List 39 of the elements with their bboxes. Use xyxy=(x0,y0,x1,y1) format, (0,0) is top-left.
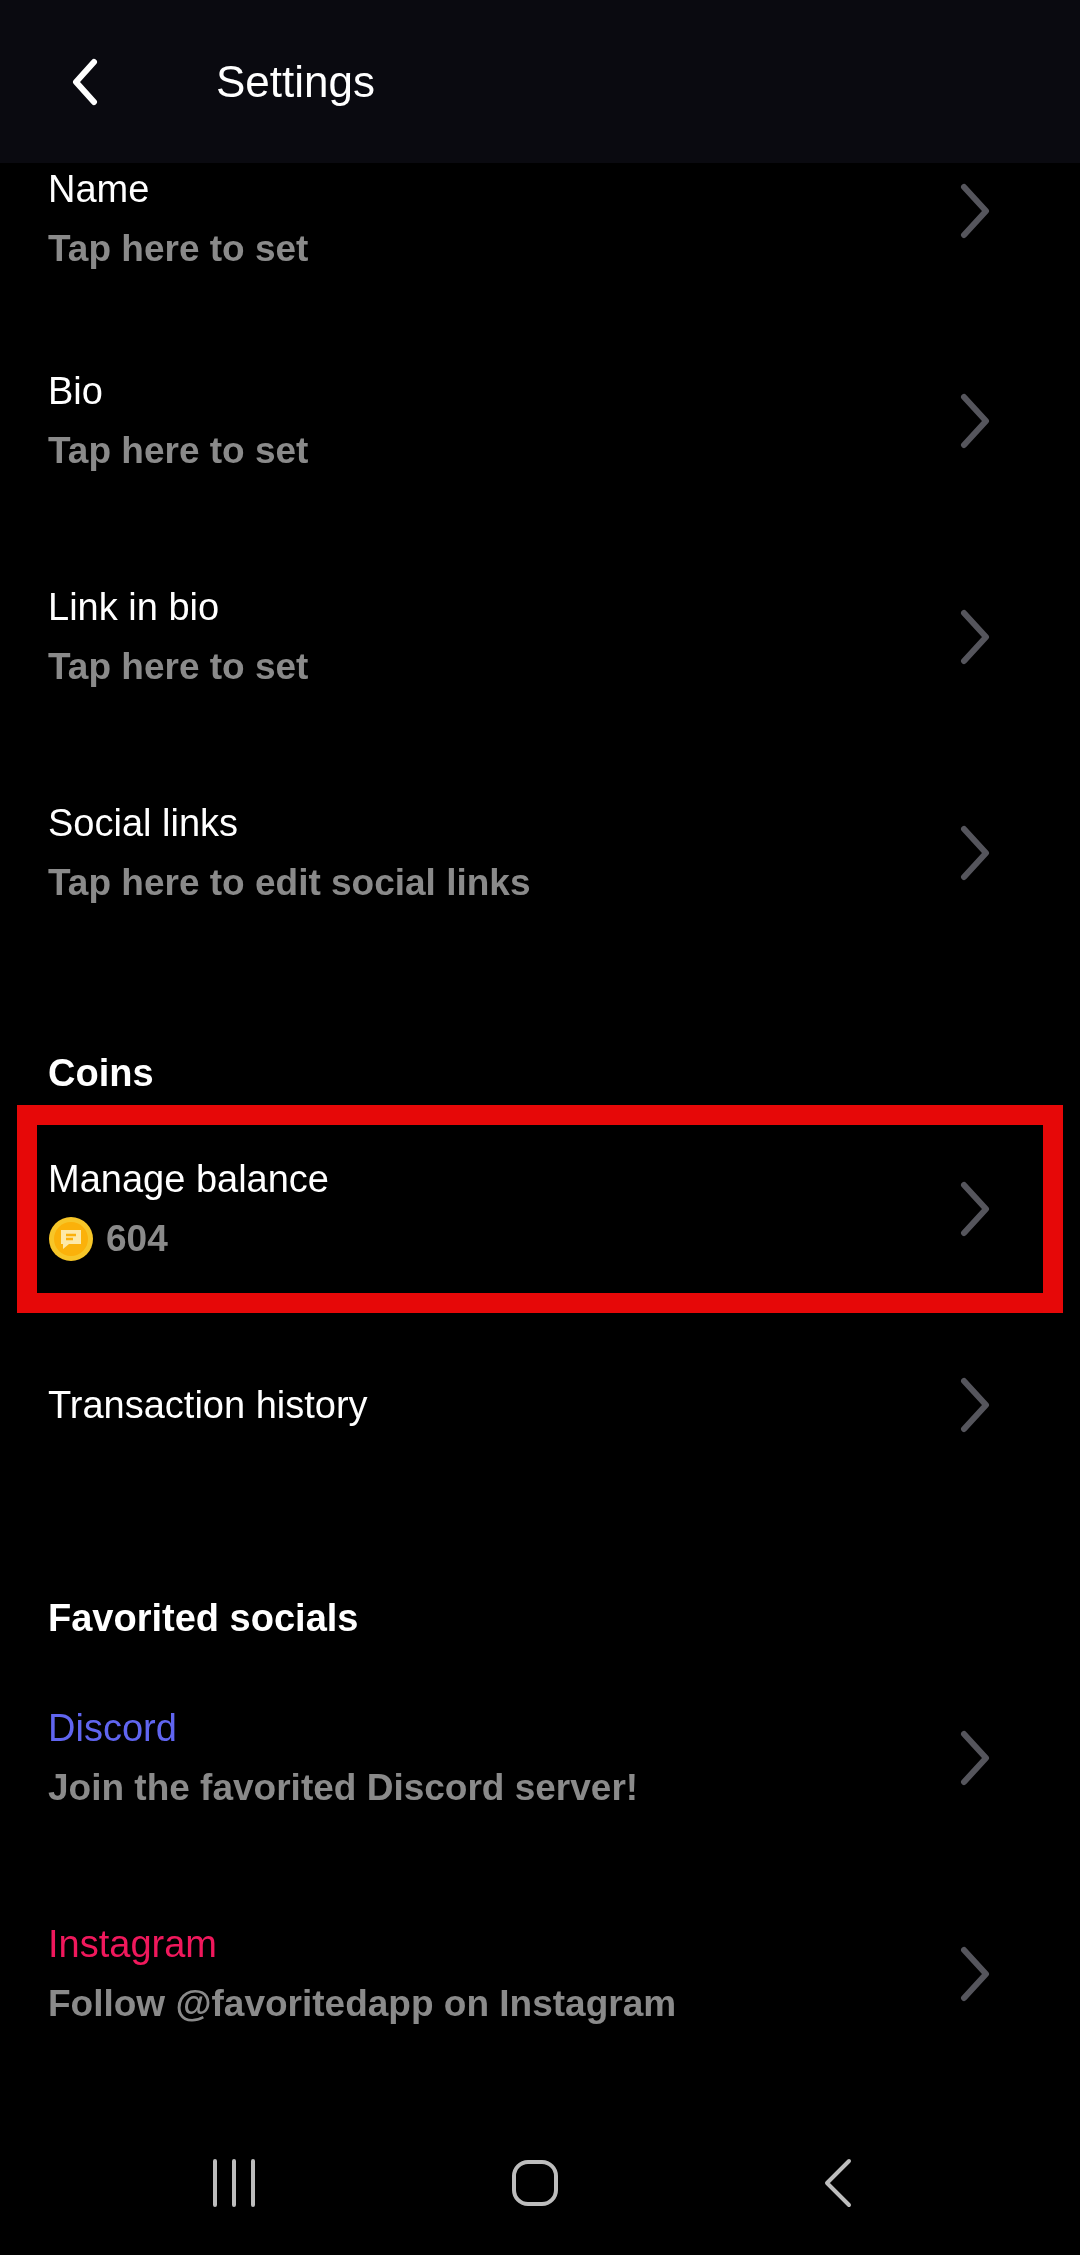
chevron-right-icon xyxy=(960,183,990,239)
setting-title: Social links xyxy=(48,801,240,846)
chevron-right-icon xyxy=(960,1730,990,1786)
section-heading: Coins xyxy=(47,1050,155,1096)
settings-row[interactable]: Link in bio Tap here to set xyxy=(0,529,1080,745)
setting-subtitle: Tap here to set xyxy=(48,429,310,473)
settings-row[interactable]: Instagram Follow @favoritedapp on Instagram xyxy=(0,1866,1080,2082)
chevron-right-icon xyxy=(960,609,990,665)
screen-title: Settings xyxy=(216,55,375,108)
setting-subtitle: Tap here to edit social links xyxy=(48,861,532,905)
setting-title: Discord xyxy=(48,1706,178,1751)
back-icon[interactable] xyxy=(823,2157,853,2208)
back-icon xyxy=(70,57,100,106)
settings-row[interactable]: Bio Tap here to set xyxy=(0,313,1080,529)
chevron-right-icon xyxy=(960,1376,990,1433)
home-icon[interactable] xyxy=(511,2158,559,2207)
setting-title: Name xyxy=(48,167,151,212)
setting-subtitle: Join the favorited Discord server! xyxy=(48,1766,640,1810)
setting-title: Link in bio xyxy=(48,585,221,630)
section-heading: Favorited socials xyxy=(47,1595,360,1641)
settings-row[interactable]: Transaction history xyxy=(0,1313,1080,1496)
chevron-right-icon xyxy=(960,1946,990,2002)
setting-subtitle: Tap here to set xyxy=(48,645,310,689)
setting-subtitle: Tap here to set xyxy=(48,227,310,271)
coin-balance: 604 xyxy=(106,1217,168,1262)
settings-row[interactable]: Name Tap here to set xyxy=(0,163,1080,313)
setting-title: Bio xyxy=(48,369,104,414)
settings-row[interactable]: Social links Tap here to edit social links xyxy=(0,745,1080,961)
chevron-right-icon xyxy=(960,1181,990,1237)
settings-row[interactable]: Discord Join the favorited Discord server! xyxy=(0,1650,1080,1866)
recent-apps-icon[interactable] xyxy=(211,2158,257,2207)
setting-title: Instagram xyxy=(48,1922,218,1967)
setting-title: Manage balance xyxy=(48,1157,330,1202)
chevron-right-icon xyxy=(960,825,990,881)
setting-title: Transaction history xyxy=(48,1382,369,1428)
setting-subtitle: Follow @favoritedapp on Instagram xyxy=(48,1982,678,2026)
settings-row[interactable]: Manage balance 604 xyxy=(37,1125,1043,1293)
coin-icon xyxy=(48,1216,94,1262)
chevron-right-icon xyxy=(960,393,990,449)
